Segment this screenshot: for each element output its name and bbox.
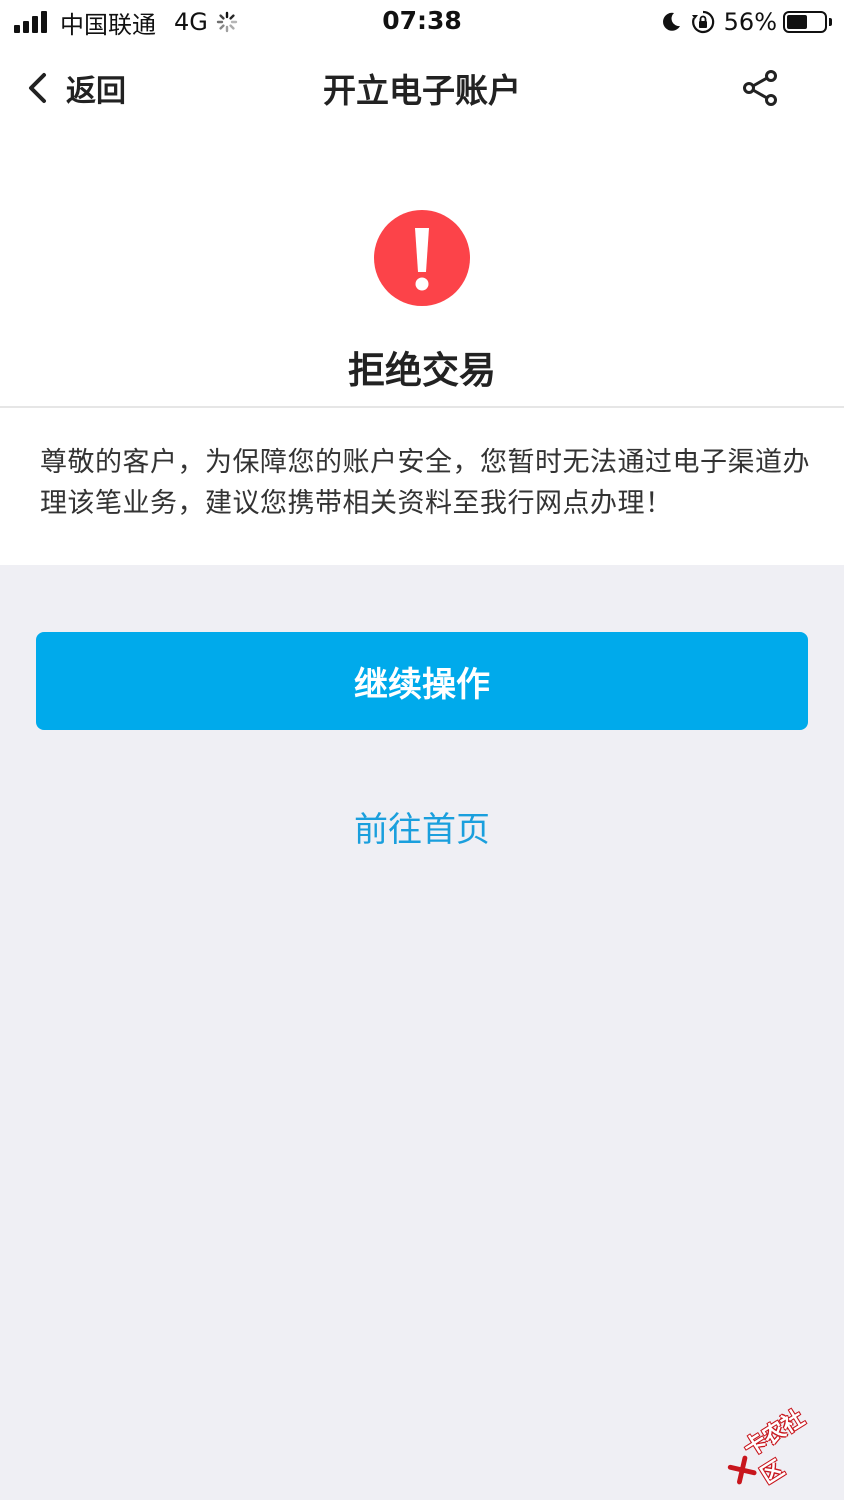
battery-level [787,15,808,29]
share-icon[interactable] [740,68,780,108]
watermark: 卡农社区 [714,1388,844,1500]
page: 中国联通 4G 07:38 56% 返回 开立电子账户 拒绝交易 尊敬的客户，为… [0,0,844,1500]
result-message: 尊敬的客户，为保障您的账户安全，您暂时无法通过电子渠道办理该笔业务，建议您携带相… [40,447,810,519]
alert-icon [374,210,470,306]
result-card: 拒绝交易 [0,130,844,406]
result-title: 拒绝交易 [348,349,496,392]
battery-icon [783,11,827,33]
battery-tip [829,18,832,26]
battery-percentage: 56% [723,8,777,36]
continue-button[interactable]: 继续操作 [36,632,808,730]
status-bar: 中国联通 4G 07:38 56% [0,0,844,44]
navigation-bar: 返回 开立电子账户 [0,44,844,130]
page-title: 开立电子账户 [323,71,521,110]
moon-icon [662,12,680,31]
status-right: 56% [660,8,832,36]
go-home-link[interactable]: 前往首页 [0,802,844,851]
orientation-lock-icon [691,10,714,34]
message-card: 尊敬的客户，为保障您的账户安全，您暂时无法通过电子渠道办理该笔业务，建议您携带相… [0,408,844,565]
